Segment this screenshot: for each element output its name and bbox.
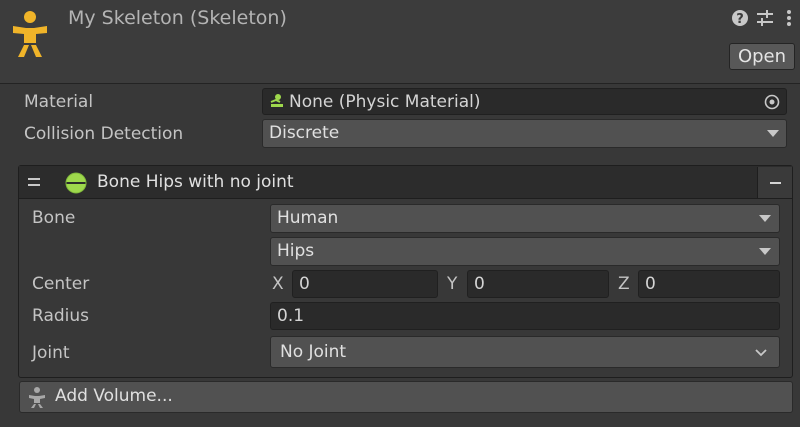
- center-z-label: Z: [618, 274, 630, 294]
- caret-down-icon: [759, 248, 771, 255]
- collision-detection-label: Collision Detection: [24, 124, 184, 144]
- center-x-input[interactable]: 0: [292, 270, 438, 298]
- center-z-value: 0: [645, 274, 656, 294]
- bone-panel-title: Bone Hips with no joint: [97, 172, 294, 192]
- center-x-value: 0: [299, 274, 310, 294]
- chevron-down-icon: [755, 349, 767, 357]
- radius-input[interactable]: 0.1: [270, 302, 780, 330]
- bone-label: Bone: [32, 208, 76, 228]
- drag-handle-icon[interactable]: [27, 176, 41, 188]
- svg-text:?: ?: [736, 12, 744, 27]
- caret-down-icon: [767, 130, 779, 137]
- object-picker-icon[interactable]: [763, 93, 781, 111]
- skeleton-figure-icon: [13, 11, 47, 57]
- radius-value: 0.1: [277, 306, 305, 326]
- component-title: My Skeleton (Skeleton): [68, 7, 287, 29]
- center-y-value: 0: [474, 274, 485, 294]
- collision-detection-value: Discrete: [269, 123, 340, 143]
- sphere-icon: [65, 172, 87, 194]
- minus-icon[interactable]: [757, 167, 792, 198]
- center-y-label: Y: [447, 274, 458, 294]
- center-z-input[interactable]: 0: [638, 270, 780, 298]
- bone-name-dropdown[interactable]: Hips: [270, 237, 780, 266]
- center-y-input[interactable]: 0: [467, 270, 609, 298]
- material-value: None (Physic Material): [289, 92, 481, 112]
- vertical-ellipsis-icon[interactable]: [782, 8, 796, 28]
- physic-material-icon: [270, 94, 283, 107]
- open-button[interactable]: Open: [729, 43, 795, 70]
- joint-dropdown[interactable]: No Joint: [270, 336, 780, 368]
- bone-name-value: Hips: [277, 241, 315, 261]
- bone-type-dropdown[interactable]: Human: [270, 204, 780, 233]
- add-volume-label: Add Volume...: [55, 386, 173, 406]
- collision-detection-dropdown[interactable]: Discrete: [262, 119, 787, 148]
- figure-add-icon: [29, 387, 45, 408]
- center-x-label: X: [272, 274, 284, 294]
- caret-down-icon: [759, 215, 771, 222]
- sliders-icon[interactable]: [755, 8, 775, 28]
- radius-label: Radius: [32, 306, 90, 326]
- material-label: Material: [24, 92, 94, 112]
- center-label: Center: [32, 274, 90, 294]
- material-field[interactable]: None (Physic Material): [262, 88, 787, 115]
- question-circle-icon[interactable]: ?: [730, 8, 750, 28]
- joint-value: No Joint: [280, 342, 347, 362]
- joint-label: Joint: [32, 343, 70, 363]
- bone-type-value: Human: [277, 208, 339, 228]
